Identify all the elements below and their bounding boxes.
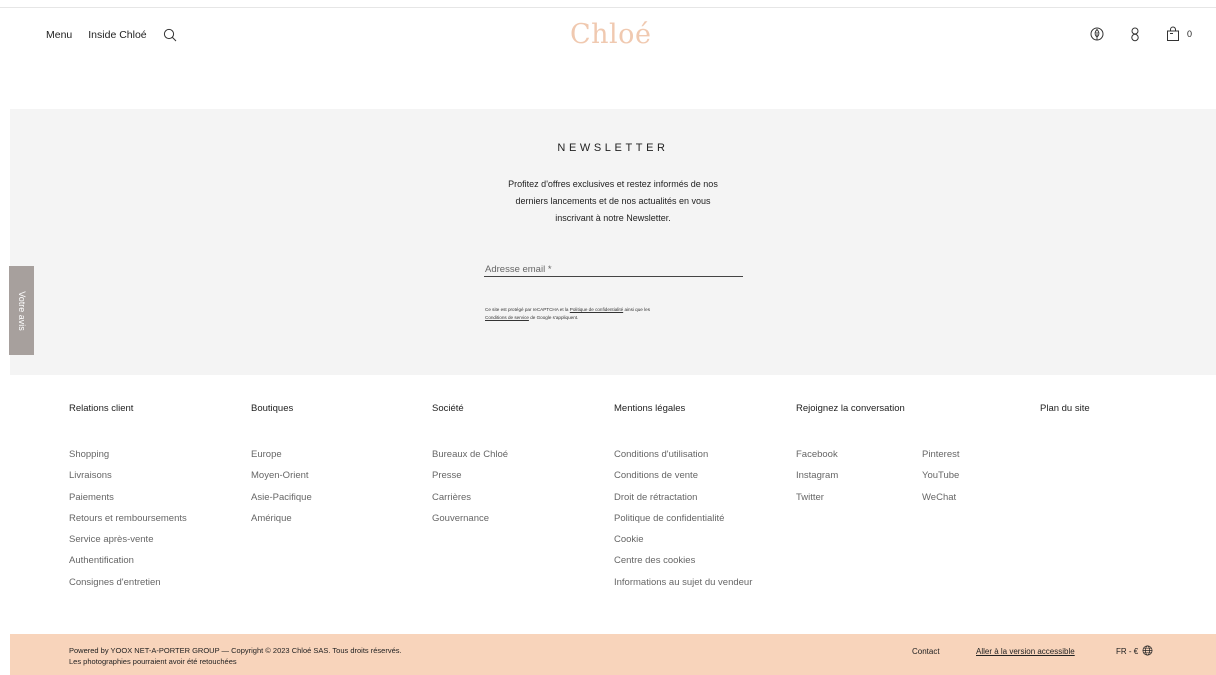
- footer-link[interactable]: Politique de confidentialité: [614, 508, 752, 529]
- header-left-nav: Menu Inside Chloé: [46, 28, 177, 42]
- footer-bar: Powered by YOOX NET-A-PORTER GROUP — Cop…: [10, 634, 1216, 675]
- footer-link[interactable]: Informations au sujet du vendeur: [614, 572, 752, 593]
- footer-links: Relations client Shopping Livraisons Pai…: [0, 402, 1216, 602]
- footer-column-boutiques: Boutiques Europe Moyen-Orient Asie-Pacif…: [251, 402, 312, 529]
- footer-column-title: Boutiques: [251, 403, 294, 414]
- footer-column-sitemap: Plan du site: [1040, 402, 1090, 444]
- accessible-version-link[interactable]: Aller à la version accessible: [976, 647, 1075, 656]
- footer-link[interactable]: Gouvernance: [432, 508, 508, 529]
- privacy-policy-link[interactable]: Politique de confidentialité: [570, 307, 623, 312]
- footer-link[interactable]: Europe: [251, 444, 312, 465]
- top-border: [0, 0, 1216, 8]
- globe-icon: [1142, 645, 1153, 658]
- feedback-tab-label: Votre avis: [16, 290, 27, 331]
- footer-link[interactable]: Consignes d'entretien: [69, 572, 187, 593]
- inside-chloe-link[interactable]: Inside Chloé: [88, 29, 146, 41]
- social-link-instagram[interactable]: Instagram: [796, 465, 905, 486]
- footer-link[interactable]: Cookie: [614, 529, 752, 550]
- footer-column-title: Relations client: [69, 403, 134, 414]
- footer-column-company: Société Bureaux de Chloé Presse Carrière…: [432, 402, 508, 529]
- cart-button[interactable]: 0: [1165, 26, 1192, 42]
- cart-count: 0: [1186, 29, 1192, 39]
- footer-link[interactable]: Bureaux de Chloé: [432, 444, 508, 465]
- social-link-twitter[interactable]: Twitter: [796, 487, 905, 508]
- copyright-block: Powered by YOOX NET-A-PORTER GROUP — Cop…: [69, 645, 402, 667]
- account-user-icon[interactable]: [1127, 26, 1143, 42]
- feedback-tab[interactable]: Votre avis: [9, 266, 34, 355]
- menu-link[interactable]: Menu: [46, 29, 72, 41]
- photo-disclaimer: Les photographies pourraient avoir été r…: [69, 657, 237, 666]
- footer-link[interactable]: Presse: [432, 465, 508, 486]
- recaptcha-notice-text: de Google s'appliquent.: [528, 315, 579, 320]
- footer-link[interactable]: Paiements: [69, 487, 187, 508]
- chloe-logo[interactable]: Chloé: [570, 19, 651, 50]
- footer-link[interactable]: Livraisons: [69, 465, 187, 486]
- recaptcha-notice-text: Ce site est protégé par reCAPTCHA et la: [485, 307, 570, 312]
- locale-selector[interactable]: FR - €: [1116, 645, 1153, 658]
- header-right-nav: 0: [1089, 26, 1192, 42]
- recaptcha-notice-text: ainsi que les: [623, 307, 650, 312]
- footer-column-social: Rejoignez la conversation Facebook Insta…: [796, 402, 905, 508]
- footer-column-customer-relations: Relations client Shopping Livraisons Pai…: [69, 402, 187, 593]
- footer-link[interactable]: Shopping: [69, 444, 187, 465]
- social-link-wechat[interactable]: WeChat: [922, 487, 960, 508]
- footer-column-title: Société: [432, 403, 464, 414]
- site-header: Menu Inside Chloé Chloé 0: [0, 9, 1216, 61]
- footer-link[interactable]: Asie-Pacifique: [251, 487, 312, 508]
- search-icon[interactable]: [163, 28, 177, 42]
- newsletter-description-line: inscrivant à notre Newsletter.: [555, 213, 671, 223]
- recaptcha-notice: Ce site est protégé par reCAPTCHA et la …: [485, 306, 755, 322]
- newsletter-title: NEWSLETTER: [557, 142, 669, 154]
- locale-label: FR - €: [1116, 647, 1139, 656]
- footer-link[interactable]: Carrières: [432, 487, 508, 508]
- footer-link[interactable]: Amérique: [251, 508, 312, 529]
- footer-column-legal: Mentions légales Conditions d'utilisatio…: [614, 402, 752, 593]
- footer-column-title: Mentions légales: [614, 403, 686, 414]
- footer-column-title: Rejoignez la conversation: [796, 403, 905, 414]
- newsletter-section: NEWSLETTER Profitez d'offres exclusives …: [10, 109, 1216, 375]
- footer-link[interactable]: Service après-vente: [69, 529, 187, 550]
- email-field[interactable]: [484, 263, 743, 275]
- footer-link[interactable]: Conditions d'utilisation: [614, 444, 752, 465]
- copyright-text: Powered by YOOX NET-A-PORTER GROUP — Cop…: [69, 646, 402, 655]
- sitemap-link[interactable]: Plan du site: [1040, 402, 1090, 444]
- contact-link[interactable]: Contact: [912, 647, 940, 656]
- footer-link[interactable]: Centre des cookies: [614, 550, 752, 571]
- footer-link[interactable]: Droit de rétractation: [614, 487, 752, 508]
- footer-link[interactable]: Moyen-Orient: [251, 465, 312, 486]
- newsletter-description: Profitez d'offres exclusives et restez i…: [478, 176, 748, 227]
- footer-column-social-secondary: Pinterest YouTube WeChat: [922, 444, 960, 508]
- footer-link[interactable]: Retours et remboursements: [69, 508, 187, 529]
- newsletter-description-line: Profitez d'offres exclusives et restez i…: [508, 179, 718, 189]
- newsletter-description-line: derniers lancements et de nos actualités…: [515, 196, 711, 206]
- social-link-youtube[interactable]: YouTube: [922, 465, 960, 486]
- footer-link[interactable]: Conditions de vente: [614, 465, 752, 486]
- social-link-facebook[interactable]: Facebook: [796, 444, 905, 465]
- shopping-bag-icon: [1165, 26, 1181, 42]
- social-link-pinterest[interactable]: Pinterest: [922, 444, 960, 465]
- footer-link[interactable]: Authentification: [69, 550, 187, 571]
- terms-of-service-link[interactable]: Conditions de service: [485, 315, 529, 320]
- sustainability-leaf-icon[interactable]: [1089, 26, 1105, 42]
- email-field-wrapper: [484, 259, 743, 277]
